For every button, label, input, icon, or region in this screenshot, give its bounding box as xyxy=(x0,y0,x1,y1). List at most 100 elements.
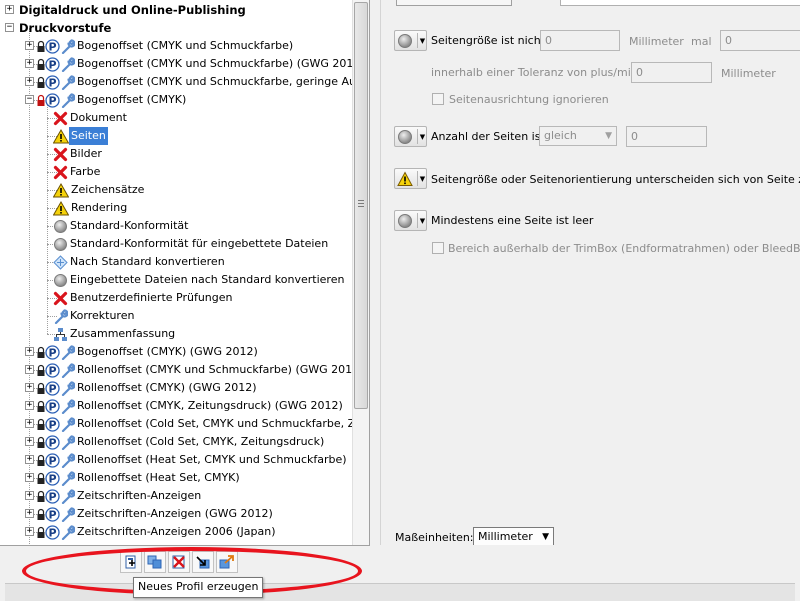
expand-icon[interactable]: + xyxy=(25,77,34,86)
tree-check-item[interactable]: Farbe xyxy=(53,163,102,181)
wrench-icon xyxy=(61,381,75,396)
tree-profile-item[interactable]: P Bogenoffset (CMYK) (GWG 2012) xyxy=(37,343,260,361)
tree-profile-item[interactable]: P Zeitschriften-Anzeigen (GWG 2012) xyxy=(37,505,275,523)
new-profile-button[interactable] xyxy=(120,551,142,573)
tree-item-label: Zeitschriften-Anzeigen (GWG 2012) xyxy=(77,507,273,520)
profile-icon: P xyxy=(45,524,60,540)
tree-item-label: Rollenoffset (CMYK, Zeitungsdruck) (GWG … xyxy=(77,399,343,412)
tree-check-item[interactable]: Zusammenfassung xyxy=(53,325,177,343)
tree-item-label: Seiten xyxy=(69,127,108,145)
page-size-severity-button[interactable]: ▼ xyxy=(394,30,427,51)
svg-text:P: P xyxy=(48,436,56,449)
expand-icon[interactable]: + xyxy=(25,59,34,68)
expand-icon[interactable]: + xyxy=(25,509,34,518)
tree-item-label: Zeitschriften-Anzeigen xyxy=(77,489,202,502)
expand-icon[interactable]: + xyxy=(25,491,34,500)
error-icon xyxy=(53,111,68,125)
tree-item-label: Zusammenfassung xyxy=(70,327,176,340)
tree-scroll-thumb[interactable] xyxy=(354,2,368,409)
tree-profile-item[interactable]: P Rollenoffset (CMYK, Zeitungsdruck) (GWG… xyxy=(37,397,345,415)
tree-profile-item[interactable]: P Zeitschriften-Anzeigen 2006 (Japan) xyxy=(37,523,278,541)
profile-icon: P xyxy=(45,74,60,90)
duplicate-profile-button[interactable] xyxy=(144,551,166,573)
tree-profile-item[interactable]: P Zeitschriften-Anzeigen xyxy=(37,487,203,505)
wrench-icon xyxy=(61,471,75,486)
svg-text:P: P xyxy=(48,472,56,485)
tree-profile-item[interactable]: P Rollenoffset (CMYK) (GWG 2012) xyxy=(37,379,259,397)
export-profile-button[interactable] xyxy=(216,551,238,573)
tree-profile-item[interactable]: P Rollenoffset (Heat Set, CMYK) xyxy=(37,469,242,487)
import-profile-button[interactable] xyxy=(192,551,214,573)
tree-item-label: Rollenoffset (Cold Set, CMYK, Zeitungsdr… xyxy=(77,435,325,448)
convert-icon xyxy=(53,254,68,270)
tolerance-field[interactable]: 0 xyxy=(631,62,712,83)
tree-profile-item[interactable]: P Rollenoffset (CMYK und Schmuckfarbe) (G… xyxy=(37,361,365,379)
svg-text:P: P xyxy=(48,508,56,521)
summary-icon xyxy=(54,327,67,341)
tree-check-item[interactable]: Dokument xyxy=(53,109,129,127)
profile-icon: P xyxy=(45,398,60,414)
expand-icon[interactable]: + xyxy=(25,347,34,356)
expand-icon[interactable]: + xyxy=(5,5,14,14)
tree-check-item[interactable]: Standard-Konformität xyxy=(53,217,190,235)
page-width-field[interactable]: 0 xyxy=(540,30,620,51)
expand-icon[interactable]: + xyxy=(25,419,34,428)
expand-icon[interactable]: + xyxy=(25,401,34,410)
delete-icon xyxy=(172,555,185,569)
unit-label: Millimeter xyxy=(629,35,684,48)
page-count-severity-button[interactable]: ▼ xyxy=(394,126,427,147)
lock-icon xyxy=(37,58,45,70)
tree-profile-item[interactable]: P Bogenoffset (CMYK) xyxy=(37,91,188,109)
tree-item-label: Farbe xyxy=(70,165,101,178)
expand-icon[interactable]: + xyxy=(25,455,34,464)
expand-icon[interactable]: + xyxy=(25,365,34,374)
tree-check-item[interactable]: Korrekturen xyxy=(53,307,136,325)
collapse-icon[interactable]: − xyxy=(25,95,34,104)
units-select[interactable]: Millimeter ▼ xyxy=(473,527,554,545)
collapse-icon[interactable]: − xyxy=(5,23,14,32)
expand-icon[interactable]: + xyxy=(25,383,34,392)
expand-icon[interactable]: + xyxy=(25,437,34,446)
tree-group[interactable]: Druckvorstufe xyxy=(17,19,113,37)
tree-check-item[interactable]: Rendering xyxy=(53,199,129,217)
tree-check-item[interactable]: Benutzerdefinierte Prüfungen xyxy=(53,289,235,307)
tree-scrollbar[interactable] xyxy=(352,0,369,545)
tree-profile-item[interactable]: P Bogenoffset (CMYK und Schmuckfarbe) (GW… xyxy=(37,55,367,73)
unit-label-2: Millimeter xyxy=(721,67,776,80)
tree-item-label: Rollenoffset (Heat Set, CMYK) xyxy=(77,471,240,484)
trimbox-checkbox[interactable] xyxy=(432,242,444,254)
ignore-orientation-checkbox[interactable] xyxy=(432,93,444,105)
lock-icon xyxy=(37,400,45,412)
profile-icon: P xyxy=(45,416,60,432)
tree-check-item[interactable]: Bilder xyxy=(53,145,104,163)
empty-page-severity-button[interactable]: ▼ xyxy=(394,210,427,231)
tree-check-item[interactable]: Nach Standard konvertieren xyxy=(53,253,227,271)
tree-check-item[interactable]: Seiten xyxy=(53,127,108,145)
tree-check-item[interactable]: Zeichensätze xyxy=(53,181,146,199)
tree-group[interactable]: Digitaldruck und Online-Publishing xyxy=(17,1,248,19)
tree-check-item[interactable]: Standard-Konformität für eingebettete Da… xyxy=(53,235,330,253)
tree-profile-item[interactable]: P Bogenoffset (CMYK und Schmuckfarbe, ger… xyxy=(37,73,369,91)
page-count-operator-select[interactable]: gleich ▼ xyxy=(539,126,617,146)
error-icon xyxy=(53,147,68,161)
tree-profile-item[interactable]: P Rollenoffset (Cold Set, CMYK, Zeitungsd… xyxy=(37,433,326,451)
tree-check-item[interactable]: Eingebettete Dateien nach Standard konve… xyxy=(53,271,346,289)
units-value: Millimeter xyxy=(478,530,533,543)
delete-profile-button[interactable] xyxy=(168,551,190,573)
tree-profile-item[interactable]: P Rollenoffset (Cold Set, CMYK und Schmuc… xyxy=(37,415,369,433)
expand-icon[interactable]: + xyxy=(25,41,34,50)
expand-icon[interactable]: + xyxy=(25,527,34,536)
tree-profile-item[interactable]: P Rollenoffset (Heat Set, CMYK und Schmuc… xyxy=(37,451,349,469)
page-count-field[interactable]: 0 xyxy=(626,126,707,147)
expand-icon[interactable]: + xyxy=(25,473,34,482)
tree-profile-item[interactable]: P Bogenoffset (CMYK und Schmuckfarbe) xyxy=(37,37,295,55)
tree-item-label: Standard-Konformität xyxy=(70,219,189,232)
gray-circle-icon xyxy=(54,237,67,251)
partial-field[interactable] xyxy=(560,0,800,6)
page-height-field[interactable]: 0 xyxy=(720,30,800,51)
partial-button[interactable] xyxy=(396,0,512,6)
import-icon xyxy=(196,556,210,569)
profile-icon: P xyxy=(45,380,60,396)
page-size-differs-severity-button[interactable]: ▼ xyxy=(394,168,427,189)
duplicate-icon xyxy=(147,555,162,569)
